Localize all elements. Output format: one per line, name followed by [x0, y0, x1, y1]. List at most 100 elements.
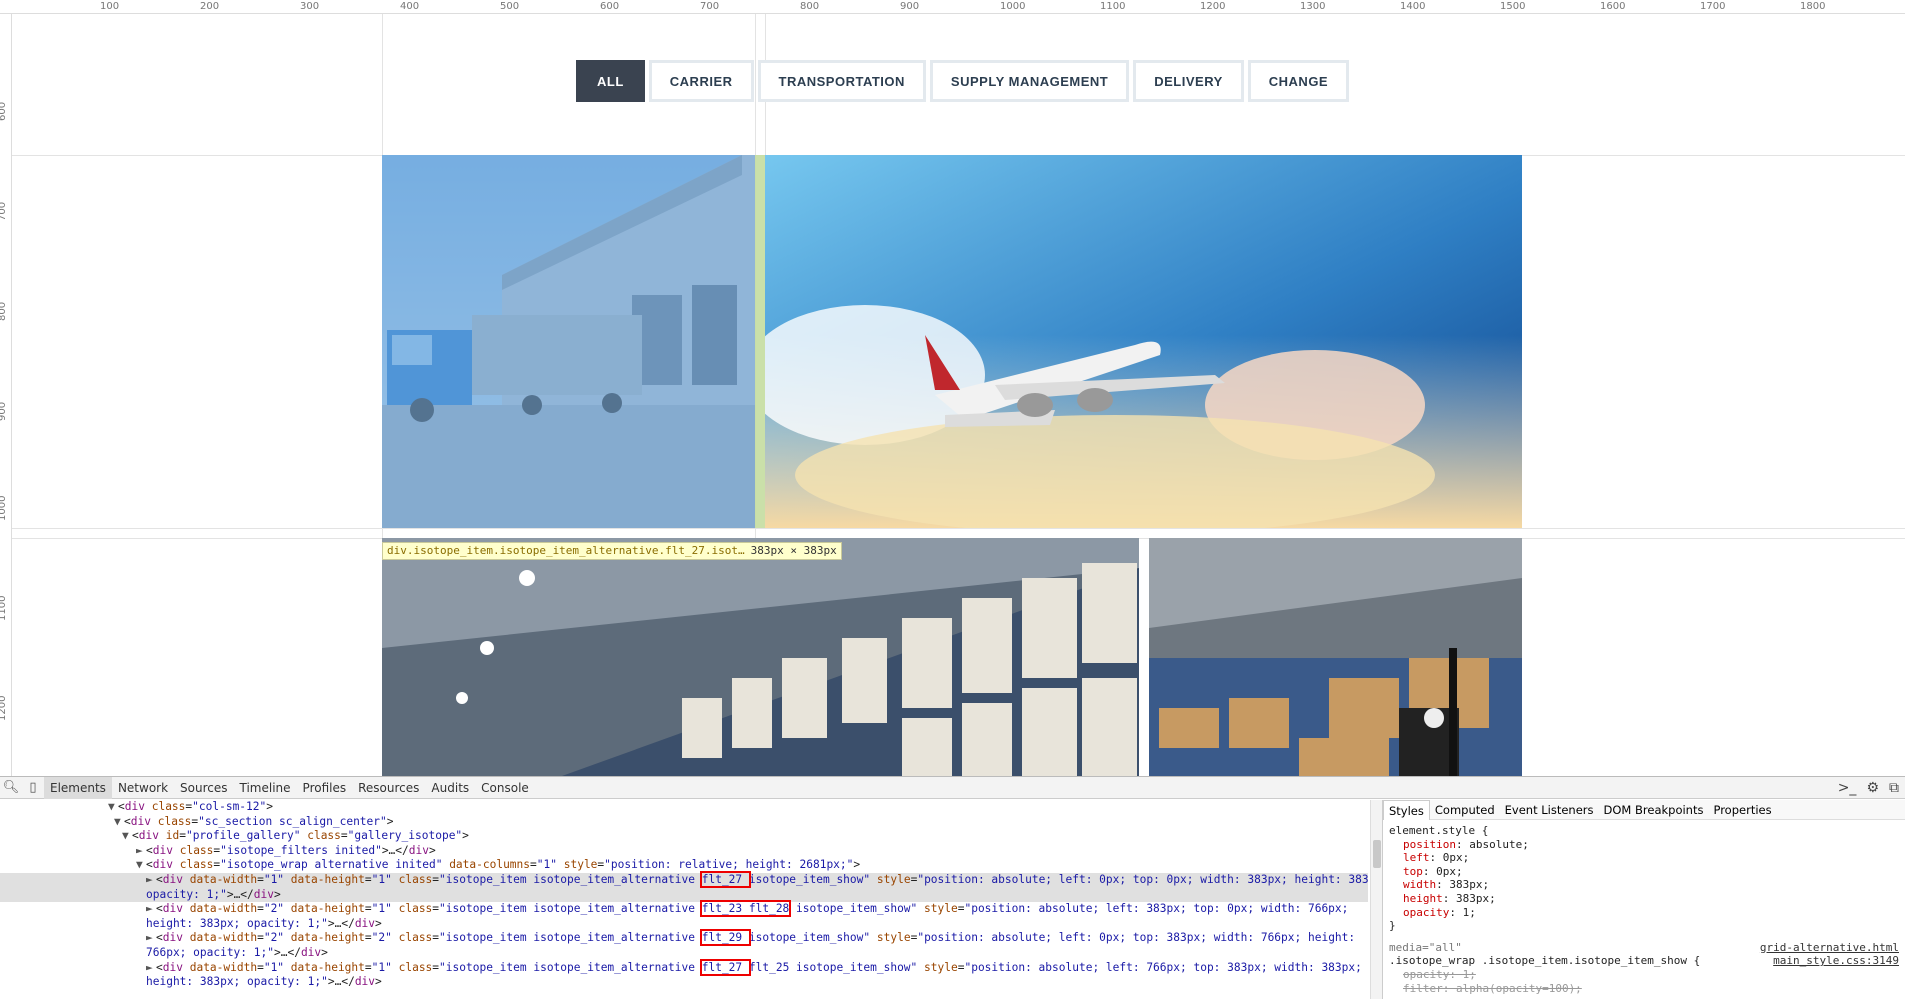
- guide-line: [12, 528, 1905, 529]
- forklift-warehouse-image: [1149, 538, 1522, 776]
- media-query: media="all" grid-alternative.html: [1389, 940, 1899, 955]
- styles-pane: Styles Computed Event Listeners DOM Brea…: [1382, 799, 1905, 999]
- tab-profiles[interactable]: Profiles: [297, 777, 353, 799]
- dom-node[interactable]: ▼ <div class="isotope_wrap alternative in…: [0, 858, 1368, 873]
- dom-scrollbar[interactable]: [1370, 800, 1382, 999]
- ruler-tick-label: 1700: [1700, 1, 1726, 12]
- truck-warehouse-image: [382, 155, 755, 528]
- dom-node[interactable]: ▼ <div id="profile_gallery" class="galler…: [0, 829, 1368, 844]
- tab-elements[interactable]: Elements: [44, 776, 112, 799]
- struck-prop[interactable]: opacity: 1;: [1389, 968, 1899, 982]
- isotope-filters: ALL CARRIER TRANSPORTATION SUPPLY MANAGE…: [576, 60, 1350, 102]
- ruler-tick-label: 600: [0, 101, 8, 121]
- styles-body: element.style { position: absolute; left…: [1383, 820, 1905, 999]
- filter-supply-management-button[interactable]: SUPPLY MANAGEMENT: [929, 60, 1130, 102]
- dom-tree: ▼ <div class="col-sm-12"> ▼ <div class="sc…: [0, 800, 1368, 999]
- ruler-tick-label: 700: [700, 1, 720, 12]
- ruler-tick-label: 1000: [1000, 1, 1026, 12]
- style-prop[interactable]: top: 0px;: [1389, 865, 1899, 879]
- gallery-item-truck[interactable]: [382, 155, 755, 528]
- search-icon[interactable]: 🔍︎: [0, 777, 22, 799]
- ruler-tick-label: 600: [600, 1, 620, 12]
- ruler-tick-label: 400: [400, 1, 420, 12]
- dom-node[interactable]: ► <div data-width="2" data-height="1" cla…: [0, 900, 1368, 918]
- style-prop[interactable]: position: absolute;: [1389, 838, 1899, 852]
- gallery-item-airplane[interactable]: [765, 155, 1522, 528]
- filter-change-button[interactable]: CHANGE: [1247, 60, 1350, 102]
- ruler-tick-label: 800: [0, 301, 8, 321]
- inspector-tooltip: div.isotope_item.isotope_item_alternativ…: [382, 542, 842, 560]
- gear-icon[interactable]: ⚙: [1866, 780, 1879, 796]
- filter-delivery-button[interactable]: DELIVERY: [1133, 60, 1244, 102]
- style-prop[interactable]: left: 0px;: [1389, 851, 1899, 865]
- devtools-panel: 🔍︎ ▯ Elements Network Sources Timeline P…: [0, 776, 1905, 999]
- ruler-tick-label: 1200: [0, 695, 8, 721]
- warehouse-shelves-image: [382, 538, 1139, 776]
- tab-sources[interactable]: Sources: [174, 777, 233, 799]
- margin-highlight: [755, 155, 765, 528]
- device-mode-icon[interactable]: ▯: [22, 777, 44, 799]
- ruler-tick-label: 200: [200, 1, 220, 12]
- tab-computed[interactable]: Computed: [1430, 800, 1500, 820]
- tab-properties[interactable]: Properties: [1708, 800, 1776, 820]
- element-style-header: element.style {: [1389, 824, 1489, 837]
- tab-dom-breakpoints[interactable]: DOM Breakpoints: [1599, 800, 1709, 820]
- airplane-image: [765, 155, 1522, 528]
- filter-transportation-button[interactable]: TRANSPORTATION: [757, 60, 926, 102]
- tab-network[interactable]: Network: [112, 777, 174, 799]
- file-link-html[interactable]: grid-alternative.html: [1760, 941, 1899, 955]
- dom-node-selected[interactable]: ► <div data-width="1" data-height="1" cla…: [0, 870, 1368, 888]
- filter-all-button[interactable]: ALL: [576, 60, 645, 102]
- ruler-tick-label: 1500: [1500, 1, 1526, 12]
- style-prop[interactable]: height: 383px;: [1389, 892, 1899, 906]
- style-prop[interactable]: width: 383px;: [1389, 878, 1899, 892]
- struck-prop[interactable]: filter: alpha(opacity=100);: [1389, 982, 1899, 996]
- top-ruler: 100 200 300 400 500 600 700 800 900 1000 1100 1200 1…: [0, 0, 1905, 14]
- dom-node[interactable]: ▼ <div class="sc_section sc_align_center"…: [0, 815, 1368, 830]
- filter-carrier-button[interactable]: CARRIER: [648, 60, 754, 102]
- ruler-tick-label: 1000: [0, 495, 8, 521]
- dock-icon[interactable]: ⧉: [1889, 780, 1899, 796]
- scrollbar-thumb[interactable]: [1373, 840, 1381, 868]
- ruler-tick-label: 300: [300, 1, 320, 12]
- gallery-item-warehouse-shelves[interactable]: [382, 538, 1139, 776]
- tab-audits[interactable]: Audits: [425, 777, 475, 799]
- ruler-tick-label: 900: [900, 1, 920, 12]
- tooltip-selector: div.isotope_item.isotope_item_alternativ…: [387, 544, 745, 557]
- dom-node-cont: height: 383px; opacity: 1;">…</div>: [146, 916, 382, 930]
- ruler-tick-label: 1300: [1300, 1, 1326, 12]
- tab-timeline[interactable]: Timeline: [234, 777, 297, 799]
- file-link-css[interactable]: main_style.css:3149: [1773, 954, 1899, 968]
- close-brace: }: [1389, 919, 1396, 933]
- ruler-tick-label: 1100: [0, 595, 8, 621]
- dom-node[interactable]: ► <div data-width="1" data-height="1" cla…: [0, 958, 1368, 976]
- style-prop[interactable]: opacity: 1;: [1389, 906, 1899, 920]
- left-ruler: 600 700 800 900 1000 1100 1200: [0, 14, 12, 776]
- tab-styles[interactable]: Styles: [1383, 799, 1430, 820]
- tooltip-size: 383px × 383px: [750, 544, 837, 557]
- ruler-tick-label: 1800: [1800, 1, 1826, 12]
- dom-node-cont: 766px; opacity: 1;">…</div>: [146, 945, 328, 959]
- dom-node[interactable]: ► <div class="isotope_filters inited">…</…: [0, 844, 1368, 859]
- tab-resources[interactable]: Resources: [352, 777, 425, 799]
- screen: 100 200 300 400 500 600 700 800 900 1000 1100 1200 1…: [0, 0, 1905, 999]
- gallery-item-forklift[interactable]: [1149, 538, 1522, 776]
- ruler-tick-label: 1100: [1100, 1, 1126, 12]
- dom-node[interactable]: ▼ <div class="col-sm-12">: [0, 800, 1368, 815]
- ruler-tick-label: 1600: [1600, 1, 1626, 12]
- tab-console[interactable]: Console: [475, 777, 535, 799]
- styles-tabs: Styles Computed Event Listeners DOM Brea…: [1383, 799, 1905, 820]
- tab-event-listeners[interactable]: Event Listeners: [1500, 800, 1599, 820]
- dom-node[interactable]: ► <div data-width="2" data-height="2" cla…: [0, 929, 1368, 947]
- ruler-tick-label: 100: [100, 1, 120, 12]
- ruler-tick-label: 1400: [1400, 1, 1426, 12]
- console-drawer-icon[interactable]: >_: [1838, 780, 1857, 796]
- ruler-tick-label: 700: [0, 201, 8, 221]
- devtools-right-icons: >_ ⚙ ⧉: [1838, 780, 1905, 796]
- rule-selector: .isotope_wrap .isotope_item.isotope_item…: [1389, 954, 1899, 968]
- dom-node-selected-cont: opacity: 1;">…</div>: [0, 887, 1368, 903]
- dom-node-cont: height: 383px; opacity: 1;">…</div>: [146, 975, 382, 989]
- devtools-toolbar: 🔍︎ ▯ Elements Network Sources Timeline P…: [0, 776, 1905, 799]
- ruler-tick-label: 900: [0, 401, 8, 421]
- ruler-tick-label: 800: [800, 1, 820, 12]
